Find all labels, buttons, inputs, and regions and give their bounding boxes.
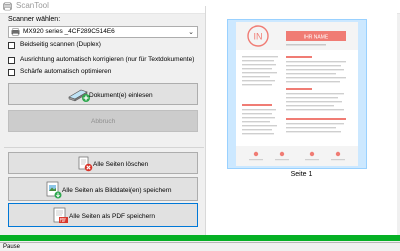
sharpness-checkbox[interactable] <box>8 69 15 76</box>
delete-pages-icon <box>78 156 93 172</box>
cancel-button[interactable]: Abbruch <box>8 110 198 132</box>
scanner-select[interactable]: MX920 series _4CF289C514E6 ⌄ <box>8 26 198 38</box>
scan-button[interactable]: Dokument(e) einlesen <box>8 83 198 105</box>
save-pdf-button-label: Alle Seiten als PDF speichern <box>69 213 155 220</box>
scanner-label: Scanner wählen: <box>8 16 61 23</box>
printer-icon <box>11 28 20 36</box>
sharpness-label: Schärfe automatisch optimieren <box>20 68 112 75</box>
delete-all-button-label: Alle Seiten löschen <box>93 161 149 168</box>
auto-orientation-option[interactable]: Ausrichtung automatisch korrigieren (nur… <box>8 56 198 66</box>
window-title: ScanTool <box>16 1 49 10</box>
duplex-option[interactable]: Beidseitig scannen (Duplex) <box>8 41 198 51</box>
scanner-select-value: MX920 series _4CF289C514E6 <box>23 28 115 35</box>
resume-name: IHR NAME <box>304 35 329 41</box>
pdf-icon <box>53 207 68 223</box>
section-divider <box>4 147 204 148</box>
duplex-label: Beidseitig scannen (Duplex) <box>20 41 101 48</box>
scan-button-label: Dokument(e) einlesen <box>89 92 153 99</box>
auto-orientation-label: Ausrichtung automatisch korrigieren (nur… <box>20 56 195 63</box>
cancel-button-label: Abbruch <box>91 118 116 125</box>
save-images-button[interactable]: Alle Seiten als Bilddatei(en) speichern <box>8 177 198 201</box>
save-images-button-label: Alle Seiten als Bilddatei(en) speichern <box>62 187 172 194</box>
app-icon <box>3 2 12 11</box>
duplex-checkbox[interactable] <box>8 42 15 49</box>
status-text: Pause <box>3 244 21 250</box>
progress-bar <box>0 235 400 241</box>
resume-page-preview: IN IHR NAME <box>236 22 358 166</box>
scanner-add-icon <box>68 89 90 102</box>
page-caption: Seite 1 <box>290 171 313 178</box>
page-thumbnail[interactable]: IN IHR NAME <box>227 19 367 169</box>
scan-tool-window: ScanTool Scanner wählen: MX920 series _4… <box>0 0 400 251</box>
delete-all-button[interactable]: Alle Seiten löschen <box>8 152 198 174</box>
save-image-icon <box>46 181 62 199</box>
chevron-down-icon[interactable]: ⌄ <box>188 28 194 36</box>
resume-initials: IN <box>254 32 263 42</box>
sharpness-option[interactable]: Schärfe automatisch optimieren <box>8 68 198 78</box>
auto-orientation-checkbox[interactable] <box>8 57 15 64</box>
preview-pane: IN IHR NAME Seite 1 <box>205 6 397 235</box>
save-pdf-button[interactable]: Alle Seiten als PDF speichern <box>8 203 198 227</box>
